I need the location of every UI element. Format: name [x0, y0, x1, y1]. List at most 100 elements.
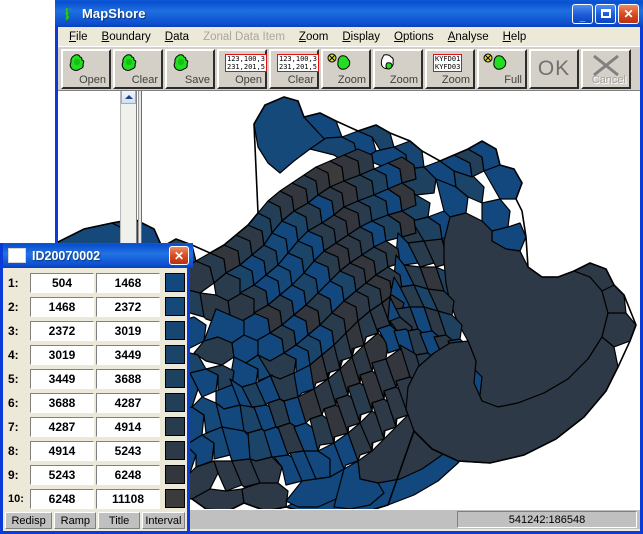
toolbar-zoom-outline-button[interactable]: Zoom — [373, 48, 423, 89]
legend-dialog: ID20070002 ✕ 1: 504 1468 2: 1468 2372 3:… — [0, 243, 193, 534]
menu-analyse[interactable]: Analyse — [441, 30, 496, 44]
legend-color-swatch[interactable] — [165, 345, 185, 364]
scroll-up-arrow-icon — [124, 94, 133, 99]
legend-color-swatch[interactable] — [165, 321, 185, 340]
legend-high-input[interactable]: 1468 — [96, 272, 160, 293]
legend-row-index: 7: — [8, 419, 19, 434]
window-controls: _ ✕ — [572, 3, 639, 24]
legend-high-input[interactable]: 3688 — [96, 368, 160, 389]
legend-color-swatch[interactable] — [165, 441, 185, 460]
legend-row: 7: 4287 4914 — [5, 415, 187, 438]
toolbar-button-label: Zoom — [389, 73, 418, 86]
legend-high-input[interactable]: 4914 — [96, 416, 160, 437]
legend-row-index: 8: — [8, 443, 19, 458]
legend-color-swatch[interactable] — [165, 369, 185, 388]
legend-high-input[interactable]: 6248 — [96, 464, 160, 485]
legend-low-input[interactable]: 2372 — [30, 320, 94, 341]
legend-title-button[interactable]: Title — [98, 512, 140, 529]
legend-color-swatch[interactable] — [165, 297, 185, 316]
legend-low-input[interactable]: 1468 — [30, 296, 94, 317]
minimize-button[interactable]: _ — [572, 3, 593, 24]
legend-titlebar[interactable]: ID20070002 ✕ — [3, 243, 193, 268]
legend-row: 8: 4914 5243 — [5, 439, 187, 462]
toolbar-button-label: Clear — [287, 73, 314, 86]
legend-row: 4: 3019 3449 — [5, 343, 187, 366]
toolbar-boundary-open-button[interactable]: Open — [61, 48, 111, 89]
legend-low-input[interactable]: 5243 — [30, 464, 94, 485]
scroll-track[interactable] — [121, 104, 136, 240]
toolbar-data-clear-button[interactable]: 123,100,3 231,201,5 Clear — [269, 48, 319, 89]
legend-high-input[interactable]: 11108 — [96, 488, 160, 509]
close-icon: ✕ — [623, 6, 634, 21]
legend-low-input[interactable]: 4914 — [30, 440, 94, 461]
toolbar-button-label: Open — [79, 73, 106, 86]
legend-button-bar: Redisp Ramp Title Interval — [5, 512, 185, 529]
document-icon — [8, 248, 26, 263]
maximize-button[interactable] — [595, 3, 616, 24]
titlebar[interactable]: MapShore _ ✕ — [55, 0, 643, 27]
legend-color-swatch[interactable] — [165, 273, 185, 292]
toolbar-button-label: Cancel — [591, 73, 626, 86]
legend-row-index: 4: — [8, 347, 19, 362]
toolbar-zoom-select-button[interactable]: Zoom — [321, 48, 371, 89]
legend-interval-button[interactable]: Interval — [141, 512, 185, 529]
legend-row-index: 9: — [8, 467, 19, 482]
legend-color-swatch[interactable] — [165, 465, 185, 484]
data-code-line-1: 123,100,3 — [227, 54, 265, 63]
menu-help[interactable]: Help — [496, 30, 534, 44]
legend-row-index: 10: — [8, 492, 24, 505]
legend-row: 5: 3449 3688 — [5, 367, 187, 390]
app-title: MapShore — [82, 6, 146, 21]
legend-row: 10: 6248 11108 — [5, 487, 187, 510]
toolbar-button-label: Open — [235, 73, 262, 86]
toolbar-button-label: Full — [504, 73, 522, 86]
legend-redisp-button[interactable]: Redisp — [5, 512, 53, 529]
data-code-line-2: 231,201,5 — [227, 62, 265, 71]
legend-row: 2: 1468 2372 — [5, 295, 187, 318]
ok-text-icon: OK — [537, 56, 571, 80]
legend-low-input[interactable]: 6248 — [30, 488, 94, 509]
menu-file[interactable]: File — [62, 30, 95, 44]
legend-high-input[interactable]: 4287 — [96, 392, 160, 413]
status-coordinates: 541242:186548 — [457, 511, 637, 528]
toolbar: Open Clear Save 123,100,3 231,201,5 Open… — [58, 46, 640, 91]
legend-low-input[interactable]: 3449 — [30, 368, 94, 389]
zone-code-line-1: KYFD01 — [435, 54, 461, 63]
maximize-icon — [600, 9, 611, 18]
legend-low-input[interactable]: 504 — [30, 272, 94, 293]
toolbar-button-label: Zoom — [441, 73, 470, 86]
menu-zoom[interactable]: Zoom — [292, 30, 335, 44]
legend-color-swatch[interactable] — [165, 393, 185, 412]
menu-options[interactable]: Options — [387, 30, 441, 44]
scroll-up-button[interactable] — [121, 91, 136, 104]
data-code-icon: 123,100,3 231,201,5 — [277, 53, 319, 72]
legend-high-input[interactable]: 3449 — [96, 344, 160, 365]
legend-low-input[interactable]: 4287 — [30, 416, 94, 437]
legend-low-input[interactable]: 3019 — [30, 344, 94, 365]
scrollbar-divider — [138, 91, 142, 243]
toolbar-zoom-zone-button[interactable]: KYFD01 KYFD03 Zoom — [425, 48, 475, 89]
menu-data[interactable]: Data — [158, 30, 196, 44]
toolbar-boundary-clear-button[interactable]: Clear — [113, 48, 163, 89]
legend-low-input[interactable]: 3688 — [30, 392, 94, 413]
legend-color-swatch[interactable] — [165, 417, 185, 436]
menu-display[interactable]: Display — [335, 30, 387, 44]
toolbar-data-open-button[interactable]: 123,100,3 231,201,5 Open — [217, 48, 267, 89]
legend-row-index: 3: — [8, 323, 19, 338]
legend-row: 1: 504 1468 — [5, 271, 187, 294]
legend-high-input[interactable]: 5243 — [96, 440, 160, 461]
data-code-icon: 123,100,3 231,201,5 — [225, 53, 267, 72]
toolbar-button-label: Save — [184, 73, 210, 86]
zone-code-line-2: KYFD03 — [435, 62, 461, 71]
legend-color-swatch[interactable] — [165, 489, 185, 508]
close-button[interactable]: ✕ — [618, 3, 639, 24]
map-vertical-scrollbar[interactable] — [120, 91, 137, 243]
toolbar-boundary-save-button[interactable]: Save — [165, 48, 215, 89]
toolbar-zoom-full-button[interactable]: Full — [477, 48, 527, 89]
legend-high-input[interactable]: 2372 — [96, 296, 160, 317]
legend-ramp-button[interactable]: Ramp — [54, 512, 97, 529]
legend-high-input[interactable]: 3019 — [96, 320, 160, 341]
toolbar-ok-button[interactable]: OK — [529, 48, 579, 89]
legend-close-button[interactable]: ✕ — [169, 246, 189, 265]
menu-boundary[interactable]: Boundary — [95, 30, 158, 44]
